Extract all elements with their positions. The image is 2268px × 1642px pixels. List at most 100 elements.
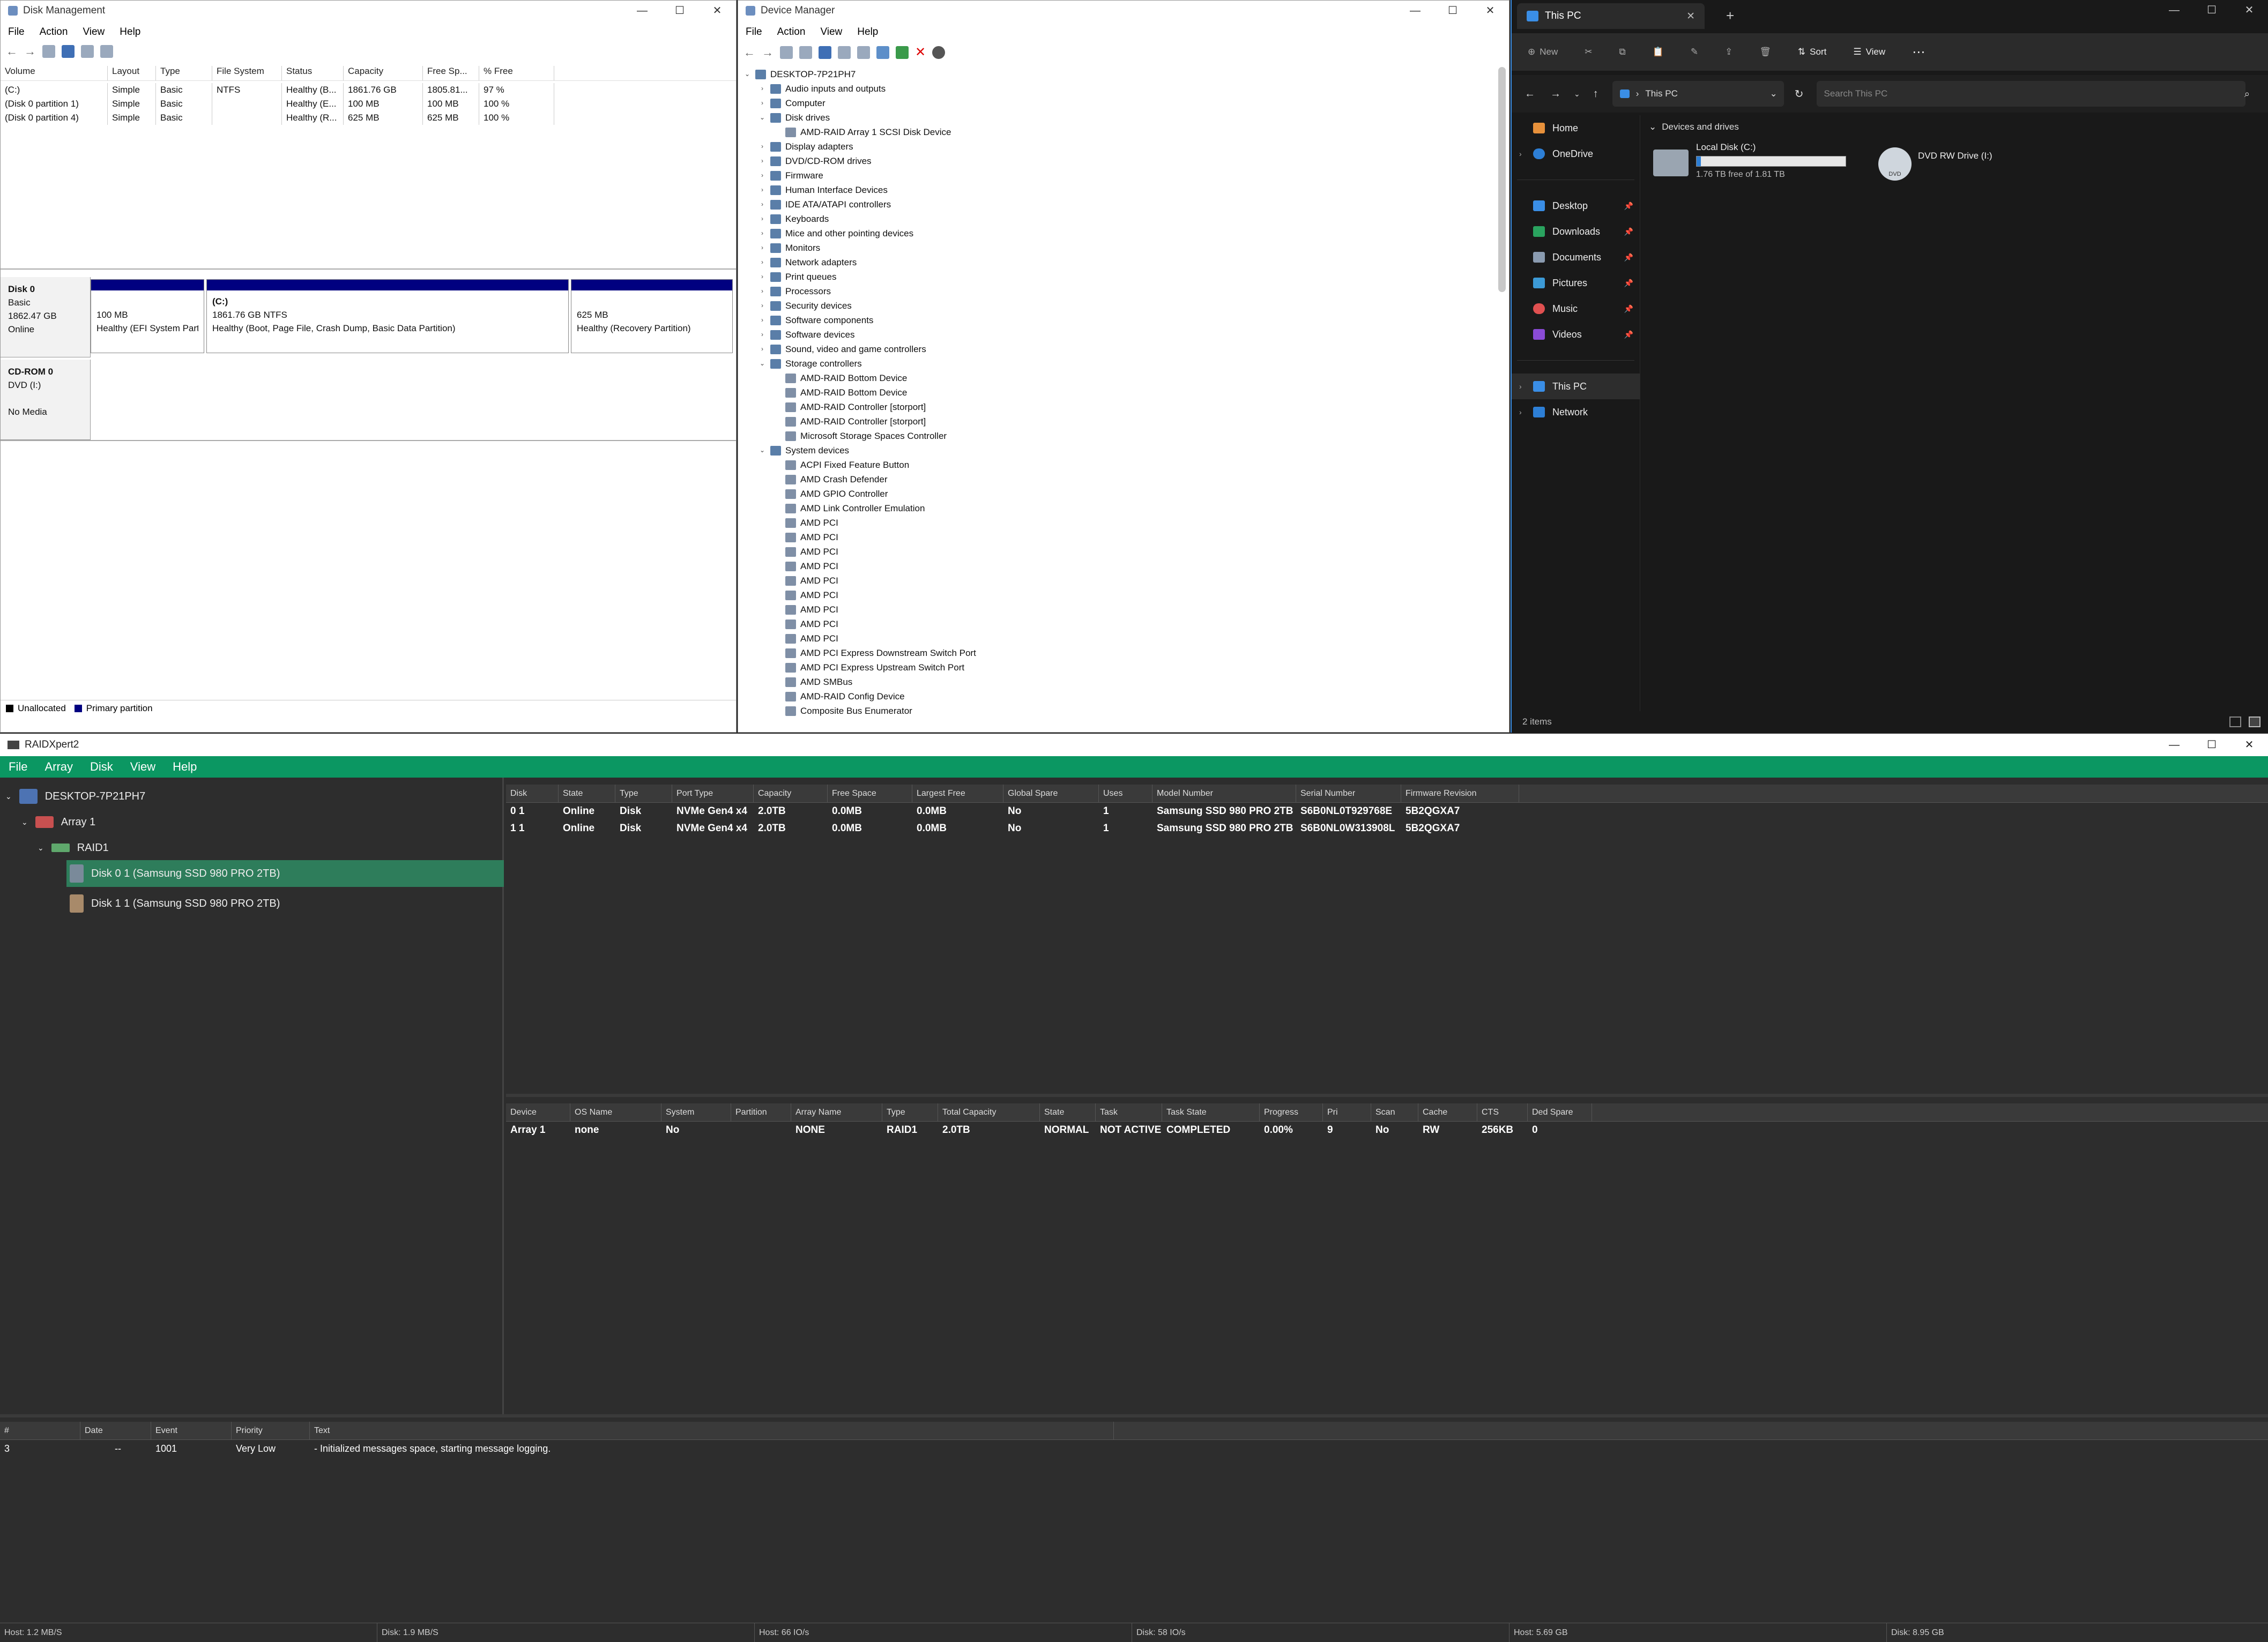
expand-chevron-icon[interactable]: › — [759, 226, 766, 241]
col-type[interactable]: Type — [156, 66, 212, 80]
column-header[interactable]: Task — [1096, 1103, 1162, 1121]
menu-action[interactable]: Action — [770, 24, 813, 40]
column-header[interactable]: Event — [151, 1422, 232, 1439]
add-driver-icon[interactable] — [896, 46, 909, 59]
col-percent-free[interactable]: % Free — [479, 66, 554, 80]
col-status[interactable]: Status — [282, 66, 344, 80]
disk-view-icon[interactable] — [100, 45, 113, 58]
table-row[interactable]: (Disk 0 partition 4) Simple Basic Healthy (… — [1, 111, 736, 125]
device-tree-node[interactable]: › Software devices — [743, 327, 976, 342]
refresh-icon[interactable]: ↻ — [1795, 87, 1804, 101]
download-icon[interactable] — [932, 46, 946, 59]
nav-network[interactable]: › Network — [1512, 399, 1640, 425]
nav-pictures[interactable]: Pictures 📌 — [1512, 270, 1640, 296]
device-tree-node[interactable]: AMD-RAID Array 1 SCSI Disk Device — [743, 125, 976, 139]
col-free-space[interactable]: Free Sp... — [423, 66, 479, 80]
expand-chevron-icon[interactable]: › — [759, 241, 766, 255]
disk0-label[interactable]: Disk 0 Basic 1862.47 GB Online — [1, 277, 91, 357]
column-header[interactable]: Type — [882, 1103, 938, 1121]
expand-chevron-icon[interactable]: › — [1519, 150, 1522, 158]
drive-dvd[interactable]: DVD DVD RW Drive (I:) — [1878, 142, 2018, 185]
pin-icon[interactable]: 📌 — [1624, 304, 1633, 314]
device-tree-node[interactable]: › Human Interface Devices — [743, 183, 976, 197]
device-tree-node[interactable]: AMD PCI — [743, 617, 976, 631]
search-input[interactable]: Search This PC — [1816, 81, 2245, 107]
menu-help[interactable]: Help — [850, 24, 886, 40]
nav-this-pc[interactable]: › This PC — [1512, 374, 1640, 399]
splitter[interactable] — [0, 1414, 2268, 1417]
expand-chevron-icon[interactable]: › — [759, 284, 766, 298]
device-tree-node[interactable]: Microsoft Storage Spaces Controller — [743, 429, 976, 443]
nav-home[interactable]: Home — [1512, 115, 1640, 141]
menu-help[interactable]: Help — [164, 756, 205, 778]
tiles-view-icon[interactable] — [2249, 716, 2260, 727]
partition-efi[interactable]: 100 MB Healthy (EFI System Part — [91, 279, 204, 353]
details-view-icon[interactable] — [2229, 716, 2241, 727]
device-tree-node[interactable]: AMD Link Controller Emulation — [743, 501, 976, 516]
update-driver-icon[interactable] — [857, 46, 870, 59]
recent-chevron-icon[interactable]: ⌄ — [1574, 89, 1580, 99]
expand-chevron-icon[interactable]: ⌄ — [5, 792, 12, 801]
expand-chevron-icon[interactable]: › — [759, 81, 766, 96]
collapse-chevron-icon[interactable]: ⌄ — [759, 110, 766, 125]
expand-chevron-icon[interactable]: › — [759, 183, 766, 197]
pin-icon[interactable]: 📌 — [1624, 330, 1633, 339]
column-header[interactable]: Total Capacity — [938, 1103, 1040, 1121]
up-arrow-icon[interactable]: ↑ — [1593, 88, 1598, 100]
col-file-system[interactable]: File System — [212, 66, 282, 80]
device-tree-node[interactable]: AMD PCI — [743, 544, 976, 559]
expand-chevron-icon[interactable]: › — [759, 212, 766, 226]
device-tree-node[interactable]: › Computer — [743, 96, 976, 110]
maximize-button[interactable]: ☐ — [1434, 1, 1471, 21]
expand-chevron-icon[interactable]: › — [759, 298, 766, 313]
cdrom-label[interactable]: CD-ROM 0 DVD (I:) No Media — [1, 360, 91, 440]
nav-downloads[interactable]: Downloads 📌 — [1512, 219, 1640, 244]
splitter[interactable] — [506, 1094, 2268, 1097]
expand-chevron-icon[interactable]: › — [759, 154, 766, 168]
col-volume[interactable]: Volume — [1, 66, 108, 80]
tree-node-computer[interactable]: ⌄ DESKTOP-7P21PH7 — [5, 783, 145, 810]
device-tree-node[interactable]: AMD PCI — [743, 573, 976, 588]
device-tree-node[interactable]: › Sound, video and game controllers — [743, 342, 976, 356]
column-header[interactable]: Device — [506, 1103, 570, 1121]
device-tree-node[interactable]: ⌄ DESKTOP-7P21PH7 — [743, 67, 976, 81]
pin-icon[interactable]: 📌 — [1624, 279, 1633, 288]
scrollbar-thumb[interactable] — [1498, 67, 1506, 292]
col-capacity[interactable]: Capacity — [344, 66, 423, 80]
column-header[interactable]: Serial Number — [1296, 785, 1401, 802]
column-header[interactable]: Date — [80, 1422, 151, 1439]
menu-view[interactable]: View — [813, 24, 850, 40]
device-tree-node[interactable]: AMD-RAID Controller [storport] — [743, 414, 976, 429]
address-dropdown-icon[interactable]: ⌄ — [1769, 88, 1777, 99]
disk-row[interactable]: 1 1 Online Disk NVMe Gen4 x4 2.0TB 0.0MB 0.0MB… — [506, 820, 2268, 837]
minimize-button[interactable]: — — [2155, 0, 2193, 20]
expand-chevron-icon[interactable]: › — [759, 168, 766, 183]
new-button[interactable]: ⊕ New — [1528, 47, 1558, 57]
uninstall-icon[interactable]: ✕ — [915, 44, 926, 60]
tree-node-disk-0[interactable]: Disk 0 1 (Samsung SSD 980 PRO 2TB) — [66, 860, 504, 887]
scan-hardware-icon[interactable] — [876, 46, 889, 59]
array-row[interactable]: Array 1 none No NONE RAID1 2.0TB NORMAL NOT ACT… — [506, 1122, 2268, 1139]
menu-file[interactable]: File — [1, 24, 32, 40]
menu-view[interactable]: View — [122, 756, 164, 778]
minimize-button[interactable]: — — [2155, 734, 2193, 756]
column-header[interactable]: Global Spare — [1003, 785, 1099, 802]
column-header[interactable]: Free Space — [828, 785, 912, 802]
column-header[interactable]: Task State — [1162, 1103, 1260, 1121]
device-tree-node[interactable]: › Network adapters — [743, 255, 976, 270]
device-tree-node[interactable]: AMD-RAID Controller [storport] — [743, 400, 976, 414]
properties-icon[interactable] — [799, 46, 812, 59]
menu-help[interactable]: Help — [112, 24, 148, 40]
collapse-chevron-icon[interactable]: ⌄ — [743, 67, 751, 81]
column-header[interactable]: Capacity — [754, 785, 828, 802]
column-header[interactable]: # — [0, 1422, 80, 1439]
close-tab-icon[interactable]: ✕ — [1686, 10, 1695, 23]
maximize-button[interactable]: ☐ — [661, 1, 698, 21]
expand-chevron-icon[interactable]: › — [759, 327, 766, 342]
device-tree-node[interactable]: › Audio inputs and outputs — [743, 81, 976, 96]
new-tab-icon[interactable]: + — [1726, 8, 1734, 24]
expand-chevron-icon[interactable]: › — [759, 342, 766, 356]
back-arrow-icon[interactable]: ← — [1525, 88, 1535, 100]
column-header[interactable]: Partition — [731, 1103, 791, 1121]
column-header[interactable]: Disk — [506, 785, 559, 802]
